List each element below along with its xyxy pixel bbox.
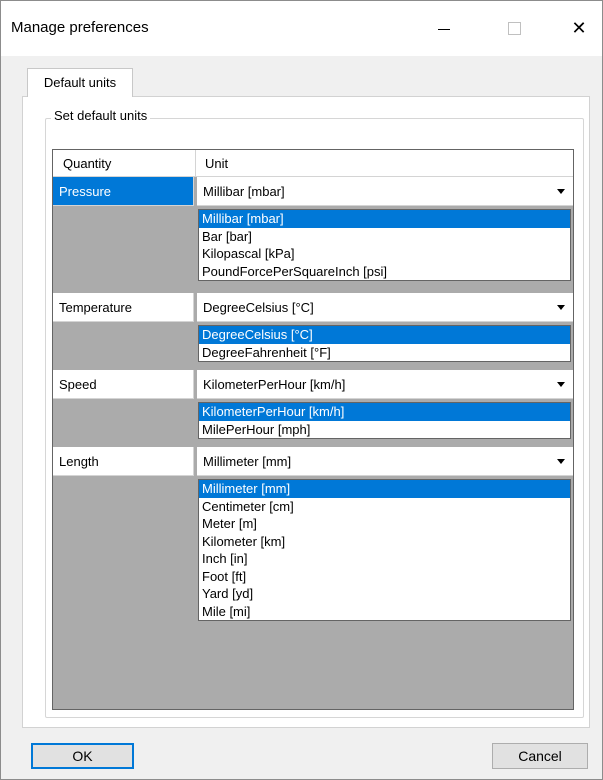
unit-option[interactable]: Kilopascal [kPa] bbox=[199, 245, 570, 263]
unit-option[interactable]: Meter [m] bbox=[199, 515, 570, 533]
cancel-button[interactable]: Cancel bbox=[492, 743, 588, 769]
unit-combobox[interactable]: Millimeter [mm] bbox=[197, 447, 573, 476]
unit-dropdown-list: Millibar [mbar] Bar [bar] Kilopascal [kPa]… bbox=[198, 209, 571, 281]
header-quantity: Quantity bbox=[63, 156, 112, 171]
dropdown-arrow-icon[interactable] bbox=[557, 305, 565, 310]
unit-dropdown-list: DegreeCelsius [°C] DegreeFahrenheit [°F] bbox=[198, 325, 571, 362]
unit-option[interactable]: DegreeCelsius [°C] bbox=[199, 326, 570, 344]
unit-combobox-value: Millimeter [mm] bbox=[203, 454, 292, 469]
unit-option[interactable]: Yard [yd] bbox=[199, 585, 570, 603]
quantity-cell[interactable]: Pressure bbox=[53, 177, 194, 206]
minimize-button[interactable] bbox=[421, 1, 467, 56]
quantity-cell[interactable]: Speed bbox=[53, 370, 194, 399]
dropdown-arrow-icon[interactable] bbox=[557, 382, 565, 387]
quantity-cell[interactable]: Temperature bbox=[53, 293, 194, 322]
title-bar: Manage preferences ✕ bbox=[1, 1, 602, 56]
quantity-cell[interactable]: Length bbox=[53, 447, 194, 476]
unit-combobox[interactable]: KilometerPerHour [km/h] bbox=[197, 370, 573, 399]
window-title: Manage preferences bbox=[11, 19, 149, 36]
unit-option[interactable]: Inch [in] bbox=[199, 550, 570, 568]
unit-combobox-value: KilometerPerHour [km/h] bbox=[203, 377, 346, 392]
unit-option[interactable]: DegreeFahrenheit [°F] bbox=[199, 344, 570, 362]
unit-option[interactable]: Foot [ft] bbox=[199, 568, 570, 586]
unit-combobox-value: DegreeCelsius [°C] bbox=[203, 300, 314, 315]
grid-header: Quantity Unit bbox=[53, 150, 573, 177]
unit-option[interactable]: Centimeter [cm] bbox=[199, 498, 570, 516]
unit-dropdown-list: Millimeter [mm] Centimeter [cm] Meter [m] K… bbox=[198, 479, 571, 621]
unit-option[interactable]: Millibar [mbar] bbox=[199, 210, 570, 228]
units-grid: Quantity Unit Pressure Millibar [mbar] Mil… bbox=[52, 149, 574, 710]
maximize-icon bbox=[507, 22, 521, 35]
unit-option[interactable]: Bar [bar] bbox=[199, 228, 570, 246]
ok-button[interactable]: OK bbox=[31, 743, 134, 769]
unit-option[interactable]: KilometerPerHour [km/h] bbox=[199, 403, 570, 421]
dropdown-arrow-icon[interactable] bbox=[557, 189, 565, 194]
tab-default-units[interactable]: Default units bbox=[27, 68, 133, 97]
close-icon: ✕ bbox=[571, 18, 587, 38]
header-separator bbox=[195, 150, 196, 176]
groupbox-title: Set default units bbox=[51, 108, 151, 123]
unit-combobox-value: Millibar [mbar] bbox=[203, 184, 285, 199]
unit-option[interactable]: Millimeter [mm] bbox=[199, 480, 570, 498]
maximize-button[interactable] bbox=[491, 1, 537, 56]
minimize-icon bbox=[438, 29, 450, 30]
unit-option[interactable]: PoundForcePerSquareInch [psi] bbox=[199, 263, 570, 281]
dropdown-arrow-icon[interactable] bbox=[557, 459, 565, 464]
unit-option[interactable]: Mile [mi] bbox=[199, 603, 570, 621]
unit-combobox[interactable]: Millibar [mbar] bbox=[197, 177, 573, 206]
unit-combobox[interactable]: DegreeCelsius [°C] bbox=[197, 293, 573, 322]
header-unit: Unit bbox=[205, 156, 229, 171]
close-button[interactable]: ✕ bbox=[556, 1, 602, 56]
unit-option[interactable]: MilePerHour [mph] bbox=[199, 421, 570, 439]
unit-dropdown-list: KilometerPerHour [km/h] MilePerHour [mph] bbox=[198, 402, 571, 439]
unit-option[interactable]: Kilometer [km] bbox=[199, 533, 570, 551]
